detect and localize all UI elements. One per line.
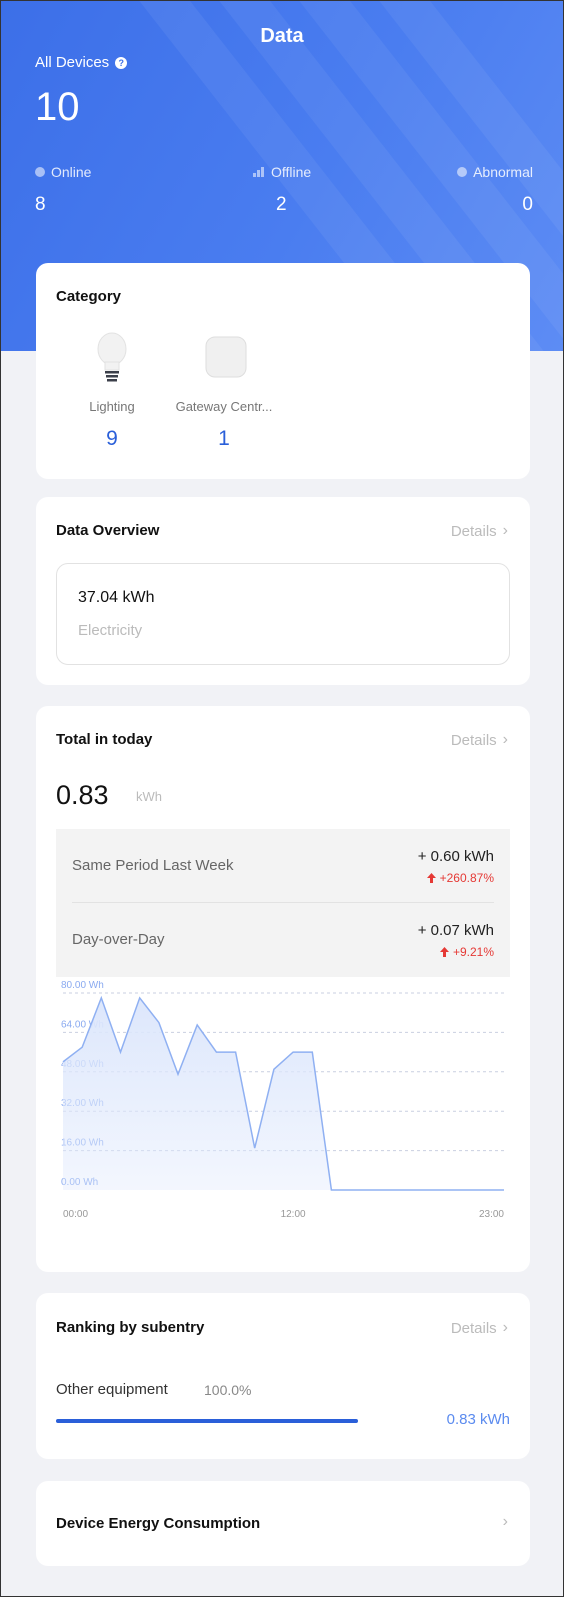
all-devices-label-row[interactable]: All Devices ? bbox=[35, 54, 128, 71]
arrow-up-icon bbox=[439, 947, 449, 957]
total-today-details-link[interactable]: Details › bbox=[451, 731, 508, 749]
online-count: 8 bbox=[35, 194, 46, 215]
comparison-change: +9.21% bbox=[439, 945, 494, 959]
ranking-progress-track bbox=[56, 1419, 358, 1423]
app-frame: Data All Devices ? 10 Online 8 Offline 2… bbox=[0, 0, 564, 1597]
ranking-item-value: 0.83 kWh bbox=[446, 1411, 510, 1428]
arrow-up-icon bbox=[426, 873, 436, 883]
category-item-gateway[interactable]: Gateway Centr... 1 bbox=[169, 323, 279, 463]
online-label-row: Online bbox=[35, 164, 91, 180]
signal-icon bbox=[253, 167, 264, 177]
ranking-progress-fill bbox=[56, 1419, 358, 1423]
category-title: Category bbox=[56, 288, 122, 305]
abnormal-count: 0 bbox=[522, 194, 533, 215]
comparison-row-day-over-day: Day-over-Day + 0.07 kWh +9.21% bbox=[56, 903, 510, 977]
lightbulb-icon bbox=[97, 332, 127, 382]
chevron-right-icon: › bbox=[502, 1513, 508, 1530]
comparison-value: + 0.60 kWh bbox=[417, 848, 494, 865]
online-label: Online bbox=[51, 164, 92, 180]
category-item-label: Lighting bbox=[89, 399, 135, 414]
energy-area-chart[interactable]: 80.00 Wh64.00 Wh48.00 Wh32.00 Wh16.00 Wh… bbox=[36, 981, 530, 1241]
offline-label: Offline bbox=[271, 164, 312, 180]
category-item-count: 1 bbox=[218, 427, 230, 450]
electricity-box[interactable]: 37.04 kWh Electricity bbox=[56, 563, 510, 665]
comparison-row-last-week: Same Period Last Week + 0.60 kWh +260.87… bbox=[56, 829, 510, 903]
category-item-count: 9 bbox=[106, 427, 118, 450]
data-overview-details-link[interactable]: Details › bbox=[451, 522, 508, 540]
comparison-label: Same Period Last Week bbox=[72, 857, 234, 874]
x-tick-label: 00:00 bbox=[63, 1209, 88, 1220]
details-label: Details bbox=[450, 731, 497, 749]
abnormal-icon bbox=[457, 167, 468, 177]
electricity-label: Electricity bbox=[78, 622, 143, 639]
details-label: Details bbox=[450, 522, 497, 540]
chevron-right-icon: › bbox=[502, 1319, 508, 1336]
help-icon[interactable]: ? bbox=[115, 56, 128, 69]
today-unit: kWh bbox=[136, 789, 162, 804]
comparison-label: Day-over-Day bbox=[72, 931, 165, 948]
data-overview-card: Data Overview Details › 37.04 kWh Electr… bbox=[36, 497, 530, 685]
gateway-icon bbox=[205, 336, 247, 378]
ranking-details-link[interactable]: Details › bbox=[451, 1319, 508, 1337]
ranking-title: Ranking by subentry bbox=[56, 1319, 205, 1336]
comparison-change-value: +260.87% bbox=[439, 871, 494, 885]
category-item-lighting[interactable]: Lighting 9 bbox=[76, 323, 148, 463]
ranking-card: Ranking by subentry Details › Other equi… bbox=[36, 1293, 530, 1459]
chevron-right-icon: › bbox=[502, 522, 508, 539]
total-today-title: Total in today bbox=[56, 731, 153, 748]
ranking-item[interactable]: Other equipment 100.0% 0.83 kWh bbox=[56, 1379, 510, 1429]
comparison-change: +260.87% bbox=[426, 871, 494, 885]
data-overview-title: Data Overview bbox=[56, 522, 160, 539]
device-energy-title: Device Energy Consumption bbox=[56, 1515, 261, 1532]
electricity-value: 37.04 kWh bbox=[78, 589, 155, 606]
all-devices-count: 10 bbox=[35, 85, 80, 129]
abnormal-label-row: Abnormal bbox=[457, 164, 533, 180]
comparison-change-value: +9.21% bbox=[452, 945, 494, 959]
details-label: Details bbox=[450, 1319, 497, 1337]
online-icon bbox=[35, 167, 45, 177]
page-title: Data bbox=[260, 25, 304, 47]
all-devices-label: All Devices bbox=[35, 54, 110, 71]
category-card: Category Lighting 9 Gateway Centr... 1 bbox=[36, 263, 530, 479]
ranking-item-percent: 100.0% bbox=[204, 1382, 252, 1398]
today-value: 0.83 bbox=[56, 780, 109, 810]
offline-label-row: Offline bbox=[253, 164, 311, 180]
total-today-card: Total in today Details › 0.83 kWh Same P… bbox=[36, 706, 530, 1272]
x-tick-label: 12:00 bbox=[281, 1209, 306, 1220]
offline-count: 2 bbox=[276, 194, 287, 215]
y-tick-label: 80.00 Wh bbox=[61, 981, 104, 991]
abnormal-label: Abnormal bbox=[473, 164, 533, 180]
x-tick-label: 23:00 bbox=[479, 1209, 504, 1220]
category-item-label: Gateway Centr... bbox=[175, 399, 273, 414]
chevron-right-icon: › bbox=[502, 731, 508, 748]
device-energy-card[interactable]: Device Energy Consumption › bbox=[36, 1481, 530, 1566]
comparison-panel: Same Period Last Week + 0.60 kWh +260.87… bbox=[56, 829, 510, 977]
ranking-item-label: Other equipment bbox=[56, 1381, 168, 1398]
comparison-value: + 0.07 kWh bbox=[417, 922, 494, 939]
